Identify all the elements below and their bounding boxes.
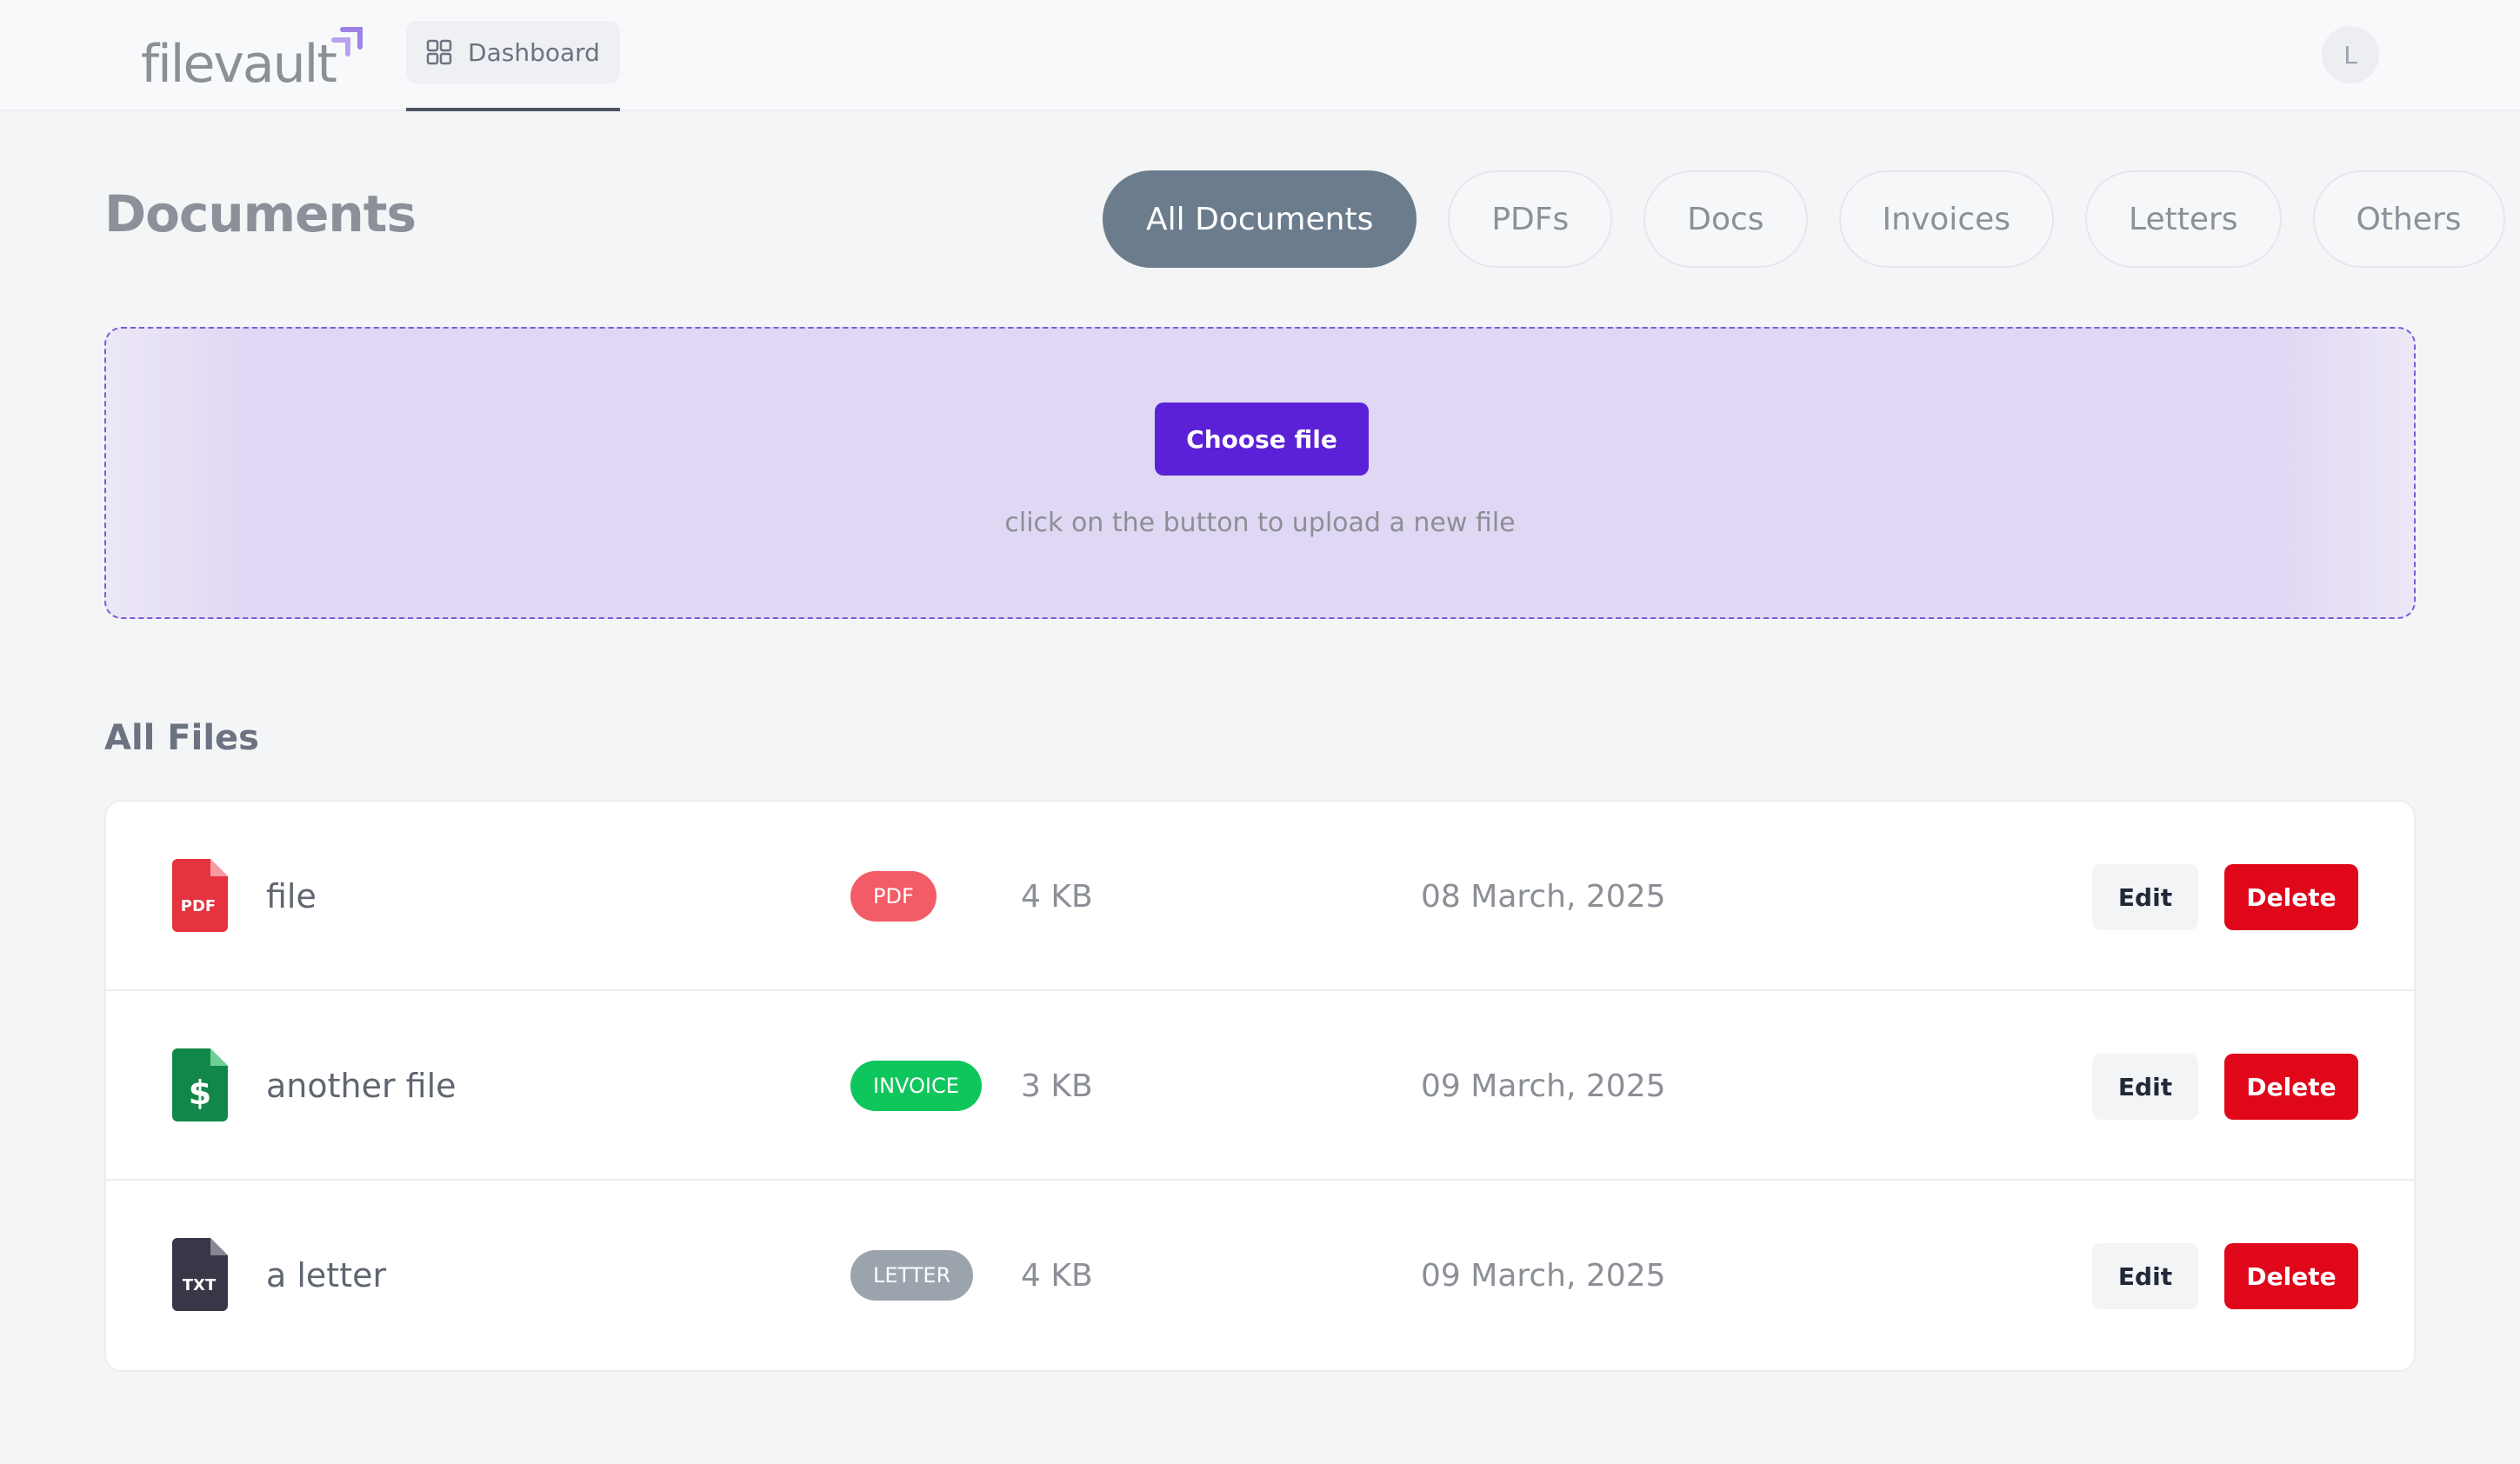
file-date: 09 March, 2025 xyxy=(1421,1068,1666,1104)
dollar-icon-label: $ xyxy=(189,1074,211,1112)
filter-docs[interactable]: Docs xyxy=(1643,170,1808,268)
upload-dropzone[interactable]: Choose file click on the button to uploa… xyxy=(104,327,2416,619)
pdf-icon-label: PDF xyxy=(181,897,216,915)
dashboard-grid-icon xyxy=(426,39,452,65)
filter-others[interactable]: Others xyxy=(2312,170,2505,268)
filter-invoices[interactable]: Invoices xyxy=(1838,170,2055,268)
file-type-badge: LETTER xyxy=(850,1250,974,1301)
user-avatar[interactable]: L xyxy=(2322,26,2379,83)
tab-dashboard-label: Dashboard xyxy=(468,37,600,67)
txt-icon-label: TXT xyxy=(183,1276,217,1294)
file-name[interactable]: file xyxy=(266,802,317,991)
active-tab-indicator xyxy=(406,108,620,111)
invoice-file-icon: $ xyxy=(172,1048,228,1121)
txt-file-icon: TXT xyxy=(172,1238,228,1311)
file-size: 4 KB xyxy=(1021,1257,1093,1294)
file-row[interactable]: PDF file PDF 4 KB 08 March, 2025 Edit De… xyxy=(106,802,2414,991)
document-filter-tabs: All Documents PDFs Docs Invoices Letters… xyxy=(1103,170,2505,268)
page-title: Documents xyxy=(104,184,417,243)
delete-button[interactable]: Delete xyxy=(2224,1243,2358,1309)
file-name[interactable]: a letter xyxy=(266,1181,386,1370)
logo-text: filevault xyxy=(141,34,337,95)
choose-file-button[interactable]: Choose file xyxy=(1155,403,1369,476)
filter-letters[interactable]: Letters xyxy=(2085,170,2282,268)
file-name[interactable]: another file xyxy=(266,991,457,1181)
file-size: 4 KB xyxy=(1021,878,1093,915)
edit-button[interactable]: Edit xyxy=(2092,1054,2198,1120)
filter-pdfs[interactable]: PDFs xyxy=(1448,170,1613,268)
file-date: 09 March, 2025 xyxy=(1421,1257,1666,1294)
filter-all-documents[interactable]: All Documents xyxy=(1103,170,1417,268)
delete-button[interactable]: Delete xyxy=(2224,1054,2358,1120)
upload-hint: click on the button to upload a new file xyxy=(1004,508,1516,538)
file-type-badge: INVOICE xyxy=(850,1061,982,1111)
file-row[interactable]: $ another file INVOICE 3 KB 09 March, 20… xyxy=(106,991,2414,1181)
logo-arrow-icon xyxy=(331,27,363,57)
delete-button[interactable]: Delete xyxy=(2224,864,2358,930)
file-type-badge: PDF xyxy=(850,871,937,922)
section-title-all-files: All Files xyxy=(104,718,259,758)
file-size: 3 KB xyxy=(1021,1068,1093,1104)
file-date: 08 March, 2025 xyxy=(1421,878,1666,915)
file-row[interactable]: TXT a letter LETTER 4 KB 09 March, 2025 … xyxy=(106,1181,2414,1370)
filevault-logo[interactable]: filevault xyxy=(141,21,363,95)
edit-button[interactable]: Edit xyxy=(2092,1243,2198,1309)
pdf-file-icon: PDF xyxy=(172,859,228,932)
file-list: PDF file PDF 4 KB 08 March, 2025 Edit De… xyxy=(104,800,2416,1372)
top-navbar: filevault Dashboard L xyxy=(0,0,2520,111)
tab-dashboard[interactable]: Dashboard xyxy=(406,21,620,83)
edit-button[interactable]: Edit xyxy=(2092,864,2198,930)
